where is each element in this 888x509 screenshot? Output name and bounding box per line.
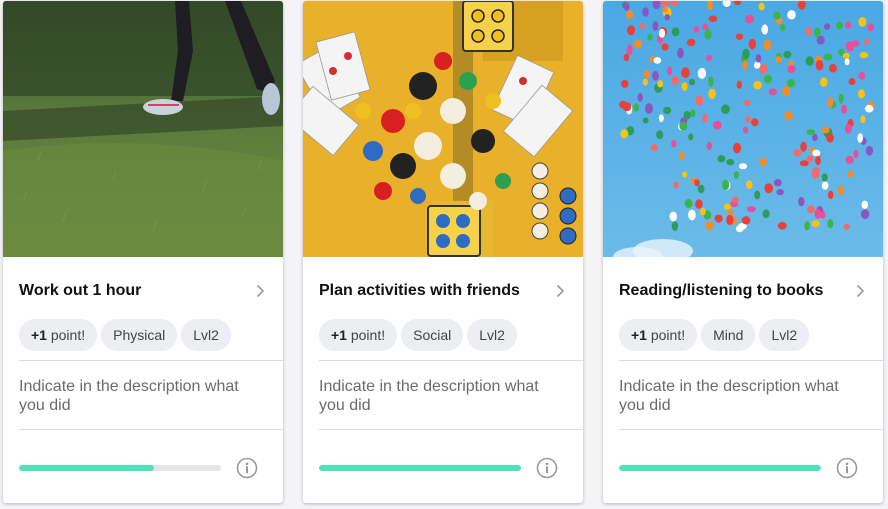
card-title: Reading/listening to books	[619, 282, 824, 299]
card-description: Indicate in the description what you did	[619, 378, 839, 414]
quest-card-mind[interactable]: Reading/listening to books +1 point! Min…	[603, 1, 883, 503]
divider	[19, 429, 283, 430]
info-icon[interactable]	[236, 457, 258, 479]
info-icon[interactable]	[536, 457, 558, 479]
card-description: Indicate in the description what you did	[319, 378, 539, 414]
chevron-right-icon[interactable]	[253, 281, 267, 301]
chevron-right-icon[interactable]	[553, 281, 567, 301]
divider	[19, 360, 283, 361]
chevron-right-icon[interactable]	[853, 281, 867, 301]
progress-bar	[619, 465, 821, 471]
level-badge: Lvl2	[467, 319, 517, 351]
progress-bar	[19, 465, 221, 471]
progress-fill	[619, 465, 821, 471]
card-title: Plan activities with friends	[319, 282, 520, 299]
card-description: Indicate in the description what you did	[19, 378, 239, 414]
progress-bar	[319, 465, 521, 471]
divider	[319, 360, 583, 361]
progress-fill	[19, 465, 155, 471]
category-badge: Social	[401, 319, 464, 351]
divider	[619, 429, 883, 430]
divider	[619, 360, 883, 361]
points-badge: +1 point!	[619, 319, 698, 351]
card-image-board-game	[303, 1, 583, 257]
card-image-walking	[3, 1, 283, 257]
level-badge: Lvl2	[759, 319, 810, 351]
points-badge: +1 point!	[19, 319, 98, 351]
info-icon[interactable]	[836, 457, 858, 479]
points-badge: +1 point!	[319, 319, 398, 351]
progress-fill	[319, 465, 521, 471]
card-image-balloons	[603, 1, 883, 257]
divider	[319, 429, 583, 430]
quest-card-social[interactable]: Plan activities with friends +1 point! S…	[303, 1, 583, 503]
category-badge: Mind	[701, 319, 756, 351]
level-badge: Lvl2	[181, 319, 231, 351]
category-badge: Physical	[101, 319, 178, 351]
card-title: Work out 1 hour	[19, 282, 142, 299]
quest-card-workout[interactable]: Work out 1 hour +1 point! Physical Lvl2 …	[3, 1, 283, 503]
